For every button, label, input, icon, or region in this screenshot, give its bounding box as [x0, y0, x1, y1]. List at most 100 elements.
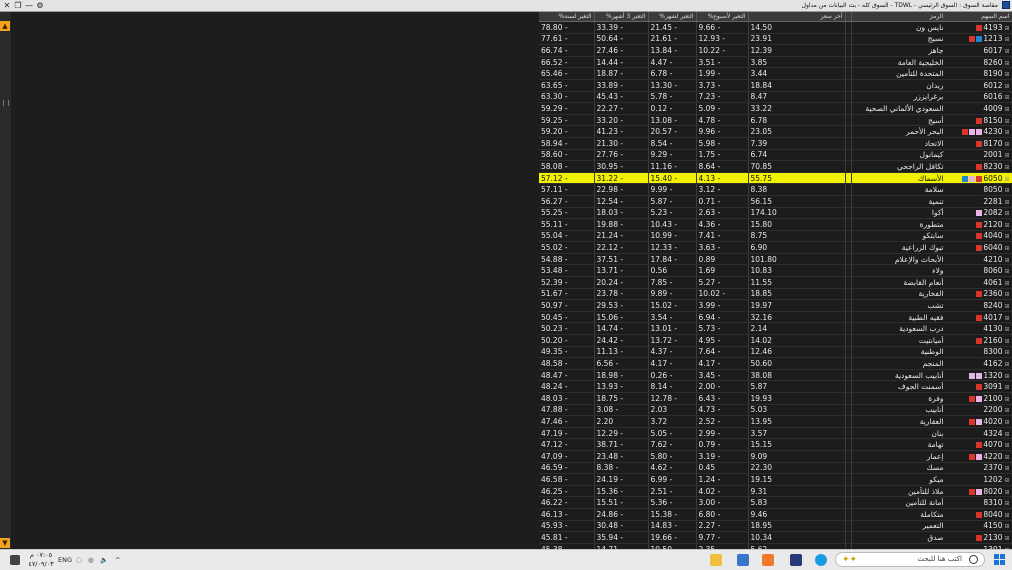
alert-flag-icon[interactable] — [976, 395, 983, 402]
news-flag-icon[interactable] — [976, 291, 983, 298]
row-plus-icon[interactable]: ⊞ — [1004, 326, 1009, 333]
table-row[interactable]: 58.08 -30.95 -11.16 -8.64 -70.85 تكافل ال… — [539, 160, 1012, 173]
row-plus-icon[interactable]: ⊞ — [1004, 407, 1009, 414]
news-flag-icon[interactable] — [969, 488, 976, 495]
table-row[interactable]: 55.04 -21.24 -10.99 -7.41 -8.75 سابتكو 404… — [539, 230, 1012, 243]
row-plus-icon[interactable]: ⊞ — [1004, 187, 1009, 194]
row-plus-icon[interactable]: ⊞ — [1004, 129, 1009, 136]
clock[interactable]: ٠٧:٠٥ م ٤٧/٠٩/٠٣ — [28, 551, 54, 569]
news-flag-icon[interactable] — [976, 163, 983, 170]
row-plus-icon[interactable]: ⊞ — [1004, 71, 1009, 78]
row-plus-icon[interactable]: ⊞ — [1004, 523, 1009, 530]
table-row[interactable]: 46.58 -24.19 -6.99 -1.24 -19.15 مبكو 1202 ⊞ — [539, 473, 1012, 486]
news-flag-icon[interactable] — [976, 117, 983, 124]
col-header-week-change[interactable]: %التغير لأسبوع — [696, 12, 749, 22]
news-flag-icon[interactable] — [969, 418, 976, 425]
table-row[interactable]: 65.46 -18.87 -6.78 -1.99 -3.44 المتحدة لل… — [539, 67, 1012, 80]
splitter-grip-icon[interactable] — [3, 100, 9, 106]
status-flag-icon[interactable] — [976, 36, 983, 43]
row-plus-icon[interactable]: ⊞ — [1004, 257, 1009, 264]
row-plus-icon[interactable]: ⊞ — [1004, 489, 1009, 496]
table-row[interactable]: 66.74 -27.46 -13.84 -10.22 -12.39 جاهز 601… — [539, 44, 1012, 57]
row-plus-icon[interactable]: ⊞ — [1004, 280, 1009, 287]
alert-flag-icon[interactable] — [976, 453, 983, 460]
table-row[interactable]: 52.39 -20.24 -7.85 -5.27 -11.55 أنعام الق… — [539, 276, 1012, 289]
table-row[interactable]: 50.20 -24.42 -13.72 -4.95 -14.02 أميانتيت… — [539, 334, 1012, 347]
table-row[interactable]: 47.09 -23.48 -5.80 -3.19 -9.09 إعمار 4220 ⊞ — [539, 450, 1012, 463]
row-plus-icon[interactable]: ⊞ — [1004, 535, 1009, 542]
table-row[interactable]: 50.23 -14.74 -13.01 -5.73 -2.14 درب السعو… — [539, 322, 1012, 336]
row-plus-icon[interactable]: ⊞ — [1004, 361, 1009, 368]
table-row[interactable]: 47.88 -3.08 -2.03 4.73 -5.03 أنابيب 2200 ⊞ — [539, 404, 1012, 417]
restore-icon[interactable]: ❐ — [13, 0, 23, 11]
news-flag-icon[interactable] — [969, 36, 976, 43]
table-row[interactable]: 46.25 -15.36 -2.51 -4.02 -9.31 ملاذ للتأم… — [539, 485, 1012, 498]
news-flag-icon[interactable] — [976, 24, 983, 31]
row-plus-icon[interactable]: ⊞ — [1004, 60, 1009, 67]
row-plus-icon[interactable]: ⊞ — [1004, 291, 1009, 298]
edge-browser-icon[interactable] — [815, 554, 827, 566]
table-row[interactable]: 48.24 -13.93 -8.14 -2.00 -5.87 أسمنت الجو… — [539, 380, 1012, 393]
news-flag-icon[interactable] — [976, 233, 983, 240]
row-plus-icon[interactable]: ⊞ — [1004, 164, 1009, 171]
news-flag-icon[interactable] — [976, 175, 983, 182]
table-row[interactable]: 48.03 -18.75 -12.78 -6.43 -19.93 وفرة 2100… — [539, 392, 1012, 405]
table-row[interactable]: 48.47 -18.98 -0.26 -3.45 -38.08 أنابيب ال… — [539, 369, 1012, 382]
table-row[interactable]: 55.25 -18.03 -5.23 -2.63 -174.10 أكوا 2082… — [539, 207, 1012, 220]
row-plus-icon[interactable]: ⊞ — [1004, 141, 1009, 148]
news-flag-icon[interactable] — [976, 384, 983, 391]
row-plus-icon[interactable]: ⊞ — [1004, 454, 1009, 461]
taskbar-app-icon[interactable] — [790, 554, 802, 566]
row-plus-icon[interactable]: ⊞ — [1004, 442, 1009, 449]
alert-flag-icon[interactable] — [976, 418, 983, 425]
row-plus-icon[interactable]: ⊞ — [1004, 176, 1009, 183]
row-plus-icon[interactable]: ⊞ — [1004, 477, 1009, 484]
table-row[interactable]: 57.11 -22.98 -9.99 -3.12 -8.38 سلامة 8050 ⊞ — [539, 183, 1012, 196]
news-flag-icon[interactable] — [962, 129, 969, 136]
news-flag-icon[interactable] — [969, 453, 976, 460]
row-plus-icon[interactable]: ⊞ — [1004, 268, 1009, 275]
col-header-3month-change[interactable]: %التغير 3 أشهر — [594, 12, 649, 22]
table-row[interactable]: 49.35 -11.13 -4.37 -7.64 -12.46 الوطنية 83… — [539, 346, 1012, 359]
alert-flag-icon[interactable] — [976, 372, 983, 379]
news-flag-icon[interactable] — [976, 511, 983, 518]
table-row[interactable]: 46.13 -24.86 -15.38 -6.80 -9.46 متكاملة 80… — [539, 508, 1012, 521]
table-row[interactable]: 55.11 -19.88 -10.43 -4.36 -15.80 متطورة 21… — [539, 218, 1012, 231]
wifi-icon[interactable]: ◌ — [76, 550, 82, 570]
table-row[interactable]: 46.59 -8.38 -4.62 -0.45 22.30 مسك 2370 ⊞ — [539, 462, 1012, 475]
row-plus-icon[interactable]: ⊞ — [1004, 199, 1009, 206]
news-flag-icon[interactable] — [976, 314, 983, 321]
news-flag-icon[interactable] — [976, 245, 983, 252]
row-plus-icon[interactable]: ⊞ — [1004, 500, 1009, 507]
table-row[interactable]: 58.94 -21.30 -8.54 -5.98 -7.39 الاتحاد 817… — [539, 137, 1012, 150]
news-flag-icon[interactable] — [976, 221, 983, 228]
row-plus-icon[interactable]: ⊞ — [1004, 396, 1009, 403]
news-flag-icon[interactable] — [969, 395, 976, 402]
row-plus-icon[interactable]: ⊞ — [1004, 303, 1009, 310]
close-icon[interactable]: ✕ — [2, 0, 12, 11]
table-row[interactable]: 63.30 -45.43 -5.78 -7.23 -8.47 برغرايززر 6… — [539, 91, 1012, 104]
table-row[interactable]: 47.19 -12.29 -5.05 -2.99 -3.57 بنان 4324 ⊞ — [539, 427, 1012, 440]
table-row[interactable]: 56.27 -12.54 -5.87 -0.71 -56.15 تنمية 2281… — [539, 195, 1012, 208]
table-row[interactable]: 45.81 -35.94 -19.66 -9.77 -10.34 صدق 2130 ⊞ — [539, 531, 1012, 544]
taskbar-search-box[interactable]: اكتب هنا للبحث ✦✦ — [835, 552, 985, 567]
row-plus-icon[interactable]: ⊞ — [1004, 431, 1009, 438]
trading-app-icon[interactable] — [762, 554, 774, 566]
alert-flag-icon[interactable] — [969, 129, 976, 136]
table-row[interactable]: 58.60 -27.76 -9.29 -1.75 -6.74 كيمانول 200… — [539, 149, 1012, 162]
scroll-down-button[interactable]: ▼ — [0, 538, 10, 548]
table-row[interactable]: 47.46 -2.20 3.72 2.52 -13.95 العقارية 4020 ⊞ — [539, 415, 1012, 428]
volume-icon[interactable]: 🔈 — [100, 550, 108, 570]
minimize-icon[interactable]: — — [24, 0, 34, 11]
row-plus-icon[interactable]: ⊞ — [1004, 315, 1009, 322]
tray-chevron-icon[interactable]: ^ — [115, 550, 120, 570]
status-flag-icon[interactable] — [962, 175, 969, 182]
scroll-up-button[interactable]: ▲ — [0, 21, 10, 31]
row-plus-icon[interactable]: ⊞ — [1004, 83, 1009, 90]
table-row[interactable]: 59.25 -33.20 -13.08 -4.78 -6.78 أسيج 8150 ⊞ — [539, 114, 1012, 127]
row-plus-icon[interactable]: ⊞ — [1004, 94, 1009, 101]
row-plus-icon[interactable]: ⊞ — [1004, 36, 1009, 43]
row-plus-icon[interactable]: ⊞ — [1004, 48, 1009, 55]
row-plus-icon[interactable]: ⊞ — [1004, 210, 1009, 217]
news-flag-icon[interactable] — [976, 140, 983, 147]
